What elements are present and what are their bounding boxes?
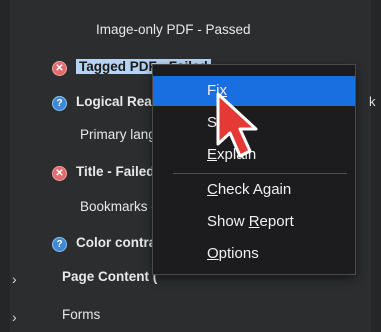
tree-item-image-only-pdf[interactable]: Image-only PDF - Passed — [96, 21, 251, 39]
tree-item-page-content[interactable]: Page Content ( — [62, 268, 157, 286]
truncated-text: k — [369, 94, 376, 109]
menu-item-check-again[interactable]: Check Again — [153, 175, 355, 205]
tree-item-label: Logical Read — [76, 94, 161, 109]
tree-item-label: Color contras — [76, 235, 164, 250]
menu-item-show-report[interactable]: Show Report — [153, 207, 355, 237]
tree-item-label: Primary lang — [80, 127, 156, 142]
tree-item-label: Image-only PDF - Passed — [96, 22, 251, 37]
tree-item-bookmarks[interactable]: Bookmarks - — [80, 198, 156, 216]
left-edge — [0, 0, 10, 332]
tree-item-label: Title - Failed — [76, 164, 155, 179]
tree-item-primary-language[interactable]: Primary lang — [80, 126, 156, 144]
tree-item-label: Page Content ( — [62, 269, 158, 284]
failed-icon: ✕ — [52, 61, 67, 76]
help-icon: ? — [52, 237, 67, 252]
menu-item-options[interactable]: Options — [153, 239, 355, 269]
chevron-right-icon[interactable]: › — [12, 309, 17, 325]
cursor-arrow-icon — [216, 92, 258, 158]
right-edge — [371, 0, 381, 332]
help-icon: ? — [52, 96, 67, 111]
failed-icon: ✕ — [52, 166, 67, 181]
chevron-right-icon[interactable]: › — [12, 271, 17, 287]
tree-item-label: Forms — [62, 307, 101, 322]
tree-item-title[interactable]: Title - Failed — [76, 163, 155, 181]
tree-item-color-contrast[interactable]: Color contras — [76, 234, 164, 252]
tree-item-logical-reading-order[interactable]: Logical Read — [76, 93, 160, 111]
menu-separator — [173, 173, 347, 174]
tree-item-forms[interactable]: Forms — [62, 306, 100, 324]
tree-item-label: Bookmarks - — [80, 199, 156, 214]
